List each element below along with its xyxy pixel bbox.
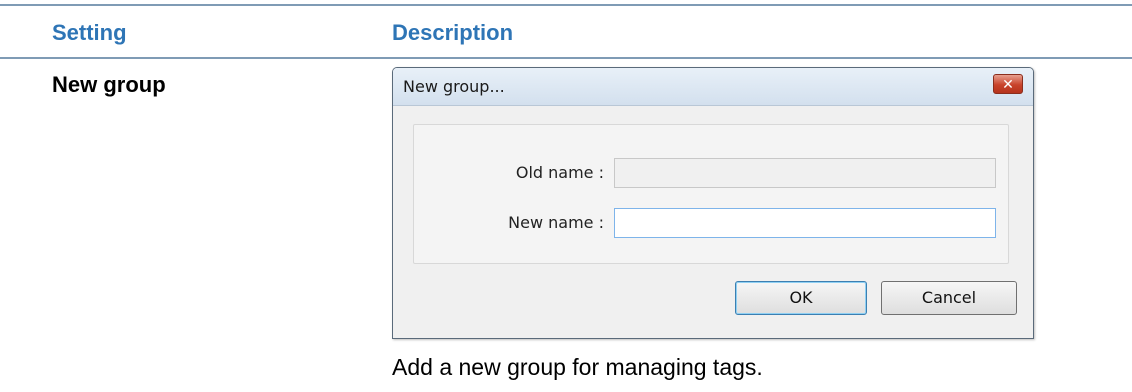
table-header-rule	[0, 57, 1132, 59]
name-group-box: Old name : New name :	[413, 124, 1009, 264]
dialog-body: Old name : New name : OK Cancel	[393, 106, 1033, 338]
new-group-dialog: New group... ✕ Old name : New name : OK …	[392, 67, 1034, 339]
column-header-setting: Setting	[52, 20, 127, 45]
column-header-description: Description	[392, 20, 514, 45]
document-page: Setting Description New group New group.…	[0, 0, 1132, 392]
dialog-title: New group...	[403, 77, 505, 96]
setting-name: New group	[52, 72, 166, 97]
old-name-field	[614, 158, 996, 188]
close-button[interactable]: ✕	[993, 74, 1023, 94]
old-name-label: Old name :	[515, 163, 604, 182]
ok-button[interactable]: OK	[735, 281, 867, 315]
setting-description: Add a new group for managing tags.	[392, 354, 763, 380]
new-name-label: New name :	[508, 213, 604, 232]
dialog-titlebar[interactable]: New group... ✕	[393, 68, 1033, 106]
new-name-field[interactable]	[614, 208, 996, 238]
close-icon: ✕	[1002, 76, 1014, 92]
cancel-button[interactable]: Cancel	[881, 281, 1017, 315]
table-top-rule	[0, 4, 1132, 6]
